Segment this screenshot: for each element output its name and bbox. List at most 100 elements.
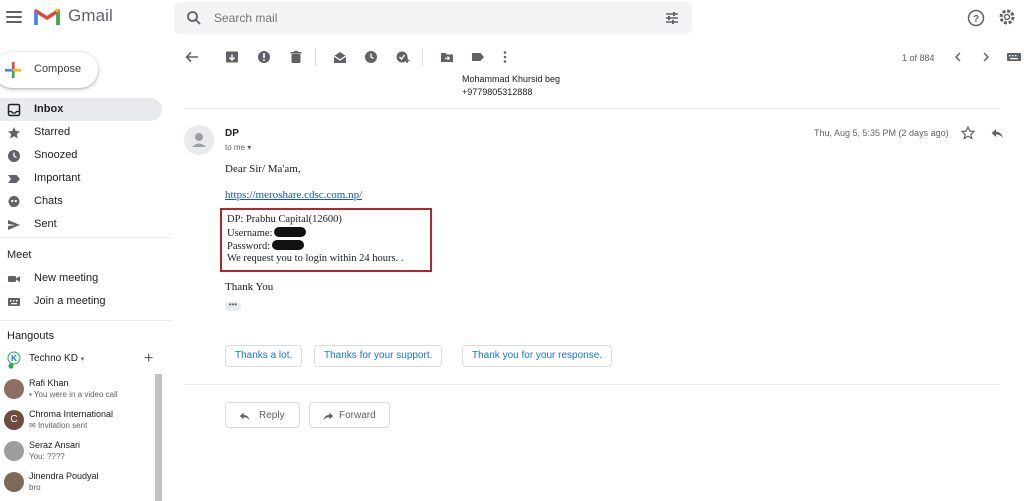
report-spam-icon[interactable] [257,50,271,64]
reply-button[interactable]: Reply [225,402,300,428]
sidebar-item-label: Starred [34,126,71,138]
gmail-m-icon [34,8,60,25]
reply-icon[interactable] [990,126,1004,140]
top-bar: Gmail ? [0,0,1024,36]
highlight-box: DP: Prabhu Capital(12600) Username: Pass… [220,208,432,272]
video-icon [8,276,20,282]
sidebar-item-sent[interactable]: Sent [0,213,162,236]
contact-status: ▪ You were in a video call [29,390,118,399]
smart-reply-1[interactable]: Thanks a lot. [225,345,303,367]
message-toolbar: 1 of 884 [172,36,1024,79]
hangouts-avatar-icon: K [7,351,21,369]
new-meeting-label: New meeting [34,272,99,284]
smart-reply-2[interactable]: Thanks for your support. [314,345,443,367]
pagination-count: 1 of 884 [902,53,935,63]
sidebar-divider [0,320,172,321]
settings-icon[interactable] [998,8,1016,26]
search-input[interactable] [214,11,614,25]
chevron-right-icon[interactable] [981,50,991,64]
hangouts-section-title: Hangouts [7,330,55,342]
show-trimmed-content-button[interactable]: ••• [225,301,241,311]
chevron-down-icon[interactable]: ▾ [247,143,251,152]
compose-label: Compose [34,63,82,75]
mail-icon: ✉ [29,421,36,430]
sender-name[interactable]: DP [225,128,239,139]
main-menu-icon[interactable] [6,9,22,25]
avatar: C [4,410,24,430]
gmail-logo[interactable]: Gmail [34,6,113,26]
avatar [4,472,24,492]
input-tools-icon[interactable] [1006,50,1022,64]
hangouts-contact-list: Rafi Khan ▪ You were in a video call C C… [0,374,162,501]
delete-icon[interactable] [289,50,303,64]
contact-name: Rafi Khan [29,378,69,388]
sidebar-item-label: Sent [34,218,57,230]
email-greeting: Dear Sir/ Ma'am, [225,163,301,175]
contact-status: ✉ Invitation sent [29,421,88,430]
chevron-down-icon[interactable]: ▾ [81,356,85,363]
list-item[interactable]: C Chroma International ✉ Invitation sent [4,407,154,437]
sidebar-item-inbox[interactable]: Inbox [0,98,162,121]
username-line: Username: [227,227,307,239]
sidebar-item-label: Snoozed [34,149,78,161]
sidebar-item-snoozed[interactable]: Snoozed [0,144,162,167]
toolbar-separator [315,48,316,66]
add-task-icon[interactable] [396,50,410,64]
help-icon[interactable]: ? [967,9,985,27]
sidebar-item-important[interactable]: Important [0,167,162,190]
dp-line: DP: Prabhu Capital(12600) [227,214,342,225]
snooze-icon[interactable] [364,50,378,64]
add-contact-icon[interactable]: + [144,350,153,368]
more-options-icon[interactable] [502,50,508,64]
hangouts-user[interactable]: K Techno KD ▾ [7,351,84,369]
sidebar-item-label: Important [34,172,81,184]
message-date: Thu, Aug 5, 5:35 PM (2 days ago) [814,128,949,138]
mark-unread-icon[interactable] [333,50,347,64]
smart-reply-3[interactable]: Thank you for your response. [462,345,613,367]
sidebar-item-chats[interactable]: Chats [0,190,162,213]
quoted-text: Mohammad Khursid beg +9779805312888 [462,74,561,97]
toolbar-separator [422,48,423,66]
search-options-icon[interactable] [664,10,680,26]
recipient-details[interactable]: to me ▾ [225,143,251,152]
join-meeting-button[interactable]: Join a meeting [0,290,162,313]
sidebar-item-label: Chats [34,195,63,207]
sidebar-divider [0,237,172,238]
forward-button[interactable]: Forward [309,402,390,428]
sidebar-item-starred[interactable]: Starred [0,121,162,144]
chat-icon [8,196,20,208]
label-icon[interactable] [471,50,485,64]
archive-icon[interactable] [225,50,239,64]
inbox-icon [7,103,21,117]
join-meeting-label: Join a meeting [34,295,106,307]
request-line: We request you to login within 24 hours.… [227,253,404,264]
star-icon[interactable] [961,126,975,140]
message-divider [184,108,1000,109]
meet-section-title: Meet [7,249,32,261]
keyboard-icon [8,298,20,306]
new-meeting-button[interactable]: New meeting [0,267,162,290]
move-to-icon[interactable] [440,50,454,64]
message-view: Mohammad Khursid beg +9779805312888 DP t… [172,74,1024,501]
star-icon [8,127,20,139]
contact-status: You: ???? [29,452,65,461]
contact-name: Chroma International [29,409,114,419]
svg-text:?: ? [973,14,979,25]
message-divider [184,384,1000,385]
back-arrow-icon[interactable] [185,50,199,64]
list-item[interactable]: Jinendra Poudyal bro [4,469,154,499]
sender-avatar[interactable] [184,125,214,155]
video-icon: ▪ [29,390,32,399]
important-icon [8,175,20,183]
search-bar[interactable] [174,2,692,34]
contact-list-scrollbar[interactable] [155,374,162,501]
contact-name: Jinendra Poudyal [29,471,99,481]
search-icon[interactable] [186,10,202,26]
forward-icon [323,412,334,421]
meroshare-link[interactable]: https://meroshare.cdsc.com.np/ [225,189,362,201]
person-icon [192,133,206,147]
list-item[interactable]: Rafi Khan ▪ You were in a video call [4,376,154,406]
chevron-left-icon[interactable] [953,50,963,64]
list-item[interactable]: Seraz Ansari You: ???? [4,438,154,468]
compose-button[interactable]: Compose [0,52,98,88]
